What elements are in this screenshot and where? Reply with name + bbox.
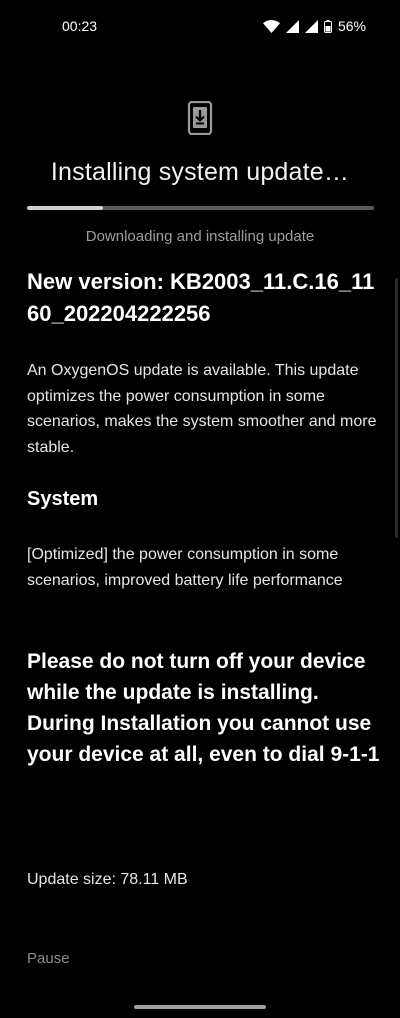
progress-caption: Downloading and installing update: [85, 228, 315, 245]
signal-icon: [304, 19, 318, 33]
battery-icon: [323, 19, 332, 33]
battery-percentage: 56%: [337, 18, 366, 34]
status-icons: 56%: [262, 18, 366, 34]
wifi-icon: [262, 19, 280, 33]
version-title: New version: KB2003_11.C.16_1160_2022042…: [27, 269, 375, 326]
home-indicator[interactable]: [134, 1005, 266, 1009]
scrollbar[interactable]: [395, 278, 398, 538]
section-title-system: System: [27, 488, 99, 510]
install-warning: Please do not turn off your device while…: [27, 650, 380, 766]
page-title: Installing system update…: [50, 158, 350, 186]
section-body-system: [Optimized] the power consumption in som…: [27, 546, 343, 589]
status-time: 00:23: [62, 18, 98, 34]
progress-bar: [27, 206, 374, 210]
progress-fill: [27, 206, 104, 210]
phone-download-icon: [187, 100, 213, 136]
status-bar: 00:23 56%: [0, 0, 400, 52]
update-description: An OxygenOS update is available. This up…: [27, 362, 377, 456]
pause-button[interactable]: Pause: [27, 950, 70, 967]
update-size: Update size: 78.11 MB: [27, 871, 188, 888]
signal-icon: [285, 19, 299, 33]
